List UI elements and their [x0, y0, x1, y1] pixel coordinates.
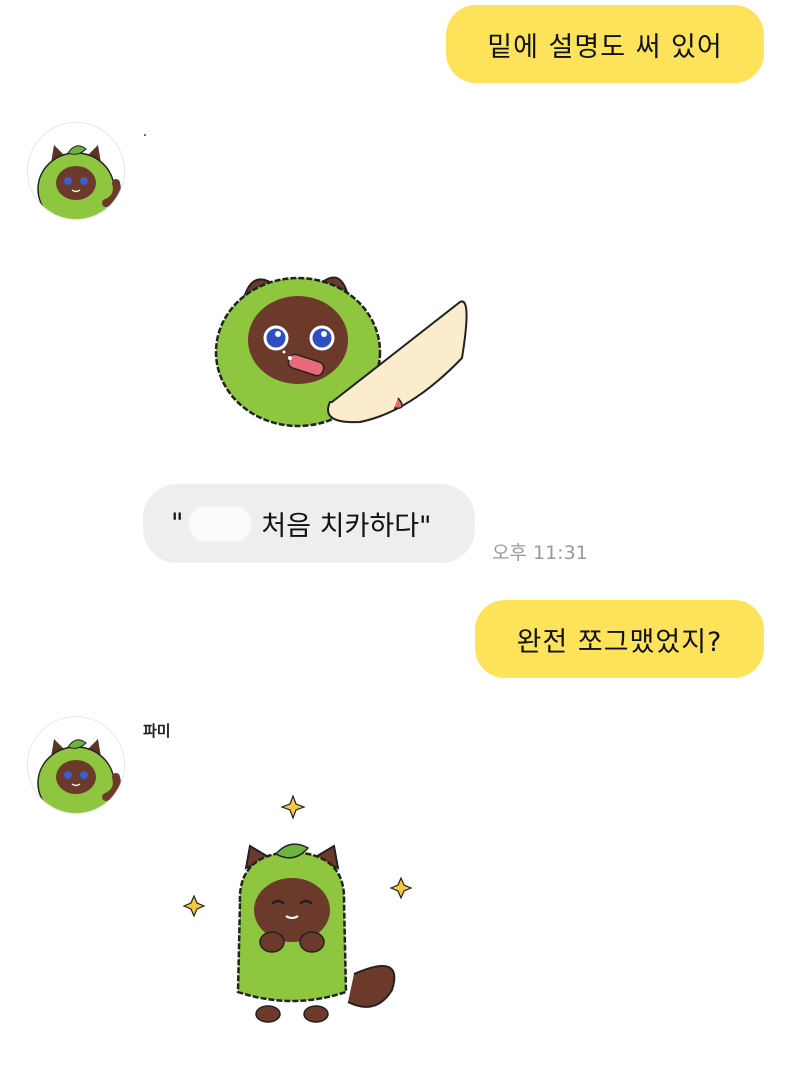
sender-name: 파미	[143, 722, 171, 740]
raccoon-brushing-teeth-icon	[214, 276, 468, 428]
sender-avatar[interactable]	[27, 716, 125, 814]
message-timestamp: 오후 11:31	[492, 542, 588, 564]
message-text: 처음 치카하다"	[261, 511, 432, 542]
raccoon-happy-sparkles-icon	[182, 794, 413, 1023]
message-text: 완전 쪼그맸었지?	[516, 626, 723, 658]
sticker-message[interactable]	[210, 262, 470, 436]
outgoing-message-bubble[interactable]: 완전 쪼그맸었지?	[475, 600, 764, 678]
message-text: 밑에 설명도 써 있어	[487, 31, 723, 63]
raccoon-avatar-icon	[28, 123, 124, 219]
sticker-message[interactable]	[180, 792, 420, 1031]
incoming-message-bubble[interactable]: " 처음 치카하다"	[143, 484, 475, 563]
sender-name: .	[143, 128, 147, 139]
raccoon-avatar-icon	[28, 717, 124, 813]
outgoing-message-bubble[interactable]: 밑에 설명도 써 있어	[446, 5, 764, 83]
message-open-quote: "	[171, 508, 184, 539]
sender-avatar[interactable]	[27, 122, 125, 220]
redacted-name-blur	[189, 505, 252, 542]
